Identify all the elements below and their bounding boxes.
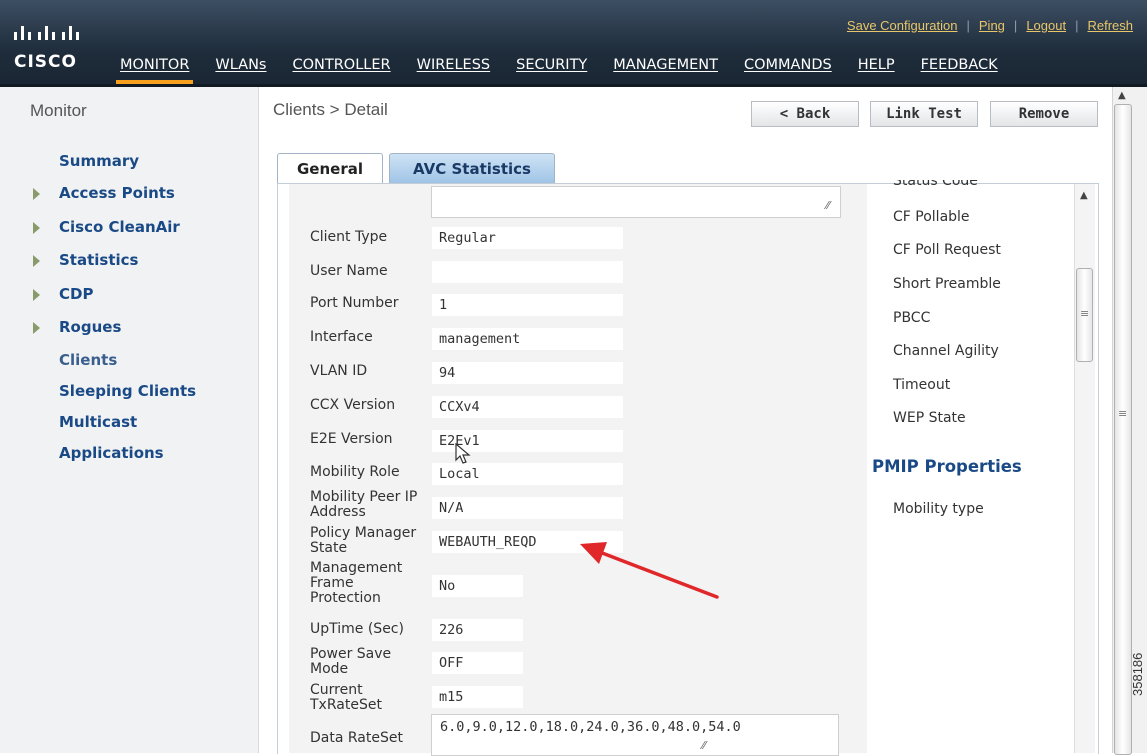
value-interface: management	[432, 328, 623, 350]
separator: |	[966, 18, 970, 33]
label-data-rateset: Data RateSet	[310, 730, 403, 746]
remove-button[interactable]: Remove	[990, 101, 1098, 127]
label-user-name: User Name	[310, 263, 388, 279]
sidebar-item-summary[interactable]: Summary	[59, 152, 139, 170]
ping-link[interactable]: Ping	[979, 18, 1005, 33]
label-cf-poll-request: CF Poll Request	[893, 242, 1001, 258]
save-configuration-link[interactable]: Save Configuration	[847, 18, 958, 33]
label-power-save-mode: Power Save Mode	[310, 646, 392, 677]
scrolled-textarea[interactable]	[431, 186, 841, 218]
refresh-link[interactable]: Refresh	[1087, 18, 1133, 33]
value-uptime: 226	[432, 619, 523, 641]
sidebar-item-rogues[interactable]: Rogues	[33, 318, 122, 336]
sidebar-item-sleeping-clients[interactable]: Sleeping Clients	[59, 382, 196, 400]
main-nav: MONITOR WLANs CONTROLLER WIRELESS SECURI…	[115, 50, 998, 84]
sidebar-item-label: CDP	[59, 285, 94, 303]
label-status-code: Status Code	[893, 180, 978, 189]
nav-commands[interactable]: COMMANDS	[744, 50, 832, 84]
nav-management[interactable]: MANAGEMENT	[613, 50, 718, 84]
label-vlan-id: VLAN ID	[310, 363, 368, 379]
sidebar-item-label: Cisco CleanAir	[59, 218, 180, 236]
sidebar-item-clients[interactable]: Clients	[59, 351, 117, 369]
nav-security[interactable]: SECURITY	[516, 50, 587, 84]
label-client-type: Client Type	[310, 229, 388, 245]
back-button[interactable]: < Back	[751, 101, 859, 127]
sidebar-item-access-points[interactable]: Access Points	[33, 184, 175, 202]
nav-help[interactable]: HELP	[858, 50, 895, 84]
expand-triangle-icon[interactable]	[33, 322, 40, 334]
sidebar-item-applications[interactable]: Applications	[59, 444, 164, 462]
label-ccx-version: CCX Version	[310, 397, 396, 413]
value-port-number: 1	[432, 294, 623, 316]
tab-general[interactable]: General	[277, 153, 383, 184]
breadcrumb: Clients > Detail	[273, 100, 388, 119]
pmip-properties-title: PMIP Properties	[872, 457, 1022, 476]
value-power-save-mode: OFF	[432, 652, 523, 674]
top-links: Save Configuration | Ping | Logout | Ref…	[847, 18, 1133, 33]
label-mobility-role: Mobility Role	[310, 464, 400, 480]
separator: |	[1013, 18, 1018, 33]
expand-triangle-icon[interactable]	[33, 188, 40, 200]
label-e2e-version: E2E Version	[310, 431, 393, 447]
label-pbcc: PBCC	[893, 310, 931, 326]
sidebar-item-statistics[interactable]: Statistics	[33, 251, 139, 269]
scroll-grip-icon: ≡	[1080, 307, 1090, 320]
sidebar-item-label: Statistics	[59, 251, 139, 269]
annotation-arrow-icon	[580, 542, 719, 599]
expand-triangle-icon[interactable]	[33, 222, 40, 234]
top-header: CISCO Save Configuration | Ping | Logout…	[0, 0, 1147, 84]
nav-wireless[interactable]: WIRELESS	[417, 50, 491, 84]
nav-wlans[interactable]: WLANs	[215, 50, 266, 84]
value-user-name	[432, 261, 623, 283]
tab-avc-statistics[interactable]: AVC Statistics	[389, 153, 555, 184]
value-vlan-id: 94	[432, 362, 623, 384]
sidebar-item-cisco-cleanair[interactable]: Cisco CleanAir	[33, 218, 180, 236]
label-cf-pollable: CF Pollable	[893, 209, 970, 225]
scroll-grip-icon: ≡	[1118, 407, 1128, 420]
label-wep-state: WEP State	[893, 410, 966, 426]
nav-feedback[interactable]: FEEDBACK	[921, 50, 998, 84]
value-mobility-role: Local	[432, 463, 623, 485]
scroll-up-arrow-icon[interactable]: ▲	[1080, 190, 1088, 201]
cisco-logo-icon	[14, 26, 79, 40]
value-mobility-peer-ip: N/A	[432, 497, 623, 519]
label-timeout: Timeout	[893, 377, 951, 393]
sidebar-title: Monitor	[30, 101, 87, 120]
value-current-txrateset: m15	[432, 686, 523, 708]
mouse-cursor-icon	[455, 443, 471, 464]
nav-monitor[interactable]: MONITOR	[115, 50, 194, 84]
sidebar-item-label: Rogues	[59, 318, 122, 336]
scroll-up-arrow-icon[interactable]: ▲	[1118, 90, 1126, 101]
label-uptime: UpTime (Sec)	[310, 621, 404, 637]
figure-number: 358186	[1130, 652, 1145, 696]
separator: |	[1075, 18, 1079, 33]
sidebar-item-label: Access Points	[59, 184, 175, 202]
logout-link[interactable]: Logout	[1026, 18, 1066, 33]
value-client-type: Regular	[432, 227, 623, 249]
expand-triangle-icon[interactable]	[33, 289, 40, 301]
cisco-logo-text: CISCO	[14, 52, 77, 72]
nav-controller[interactable]: CONTROLLER	[292, 50, 390, 84]
label-channel-agility: Channel Agility	[893, 343, 999, 359]
label-port-number: Port Number	[310, 295, 399, 311]
sidebar-item-cdp[interactable]: CDP	[33, 285, 94, 303]
label-management-frame-protection: Management Frame Protection	[310, 560, 403, 606]
label-interface: Interface	[310, 329, 373, 345]
label-current-txrateset: Current TxRateSet	[310, 682, 382, 713]
data-rateset-textarea[interactable]: 6.0,9.0,12.0,18.0,24.0,36.0,48.0,54.0	[431, 714, 839, 756]
expand-triangle-icon[interactable]	[33, 255, 40, 267]
value-management-frame-protection: No	[432, 575, 523, 597]
link-test-button[interactable]: Link Test	[870, 101, 978, 127]
sidebar-item-multicast[interactable]: Multicast	[59, 413, 137, 431]
resize-handle-icon[interactable]: ⁄⁄	[826, 199, 830, 212]
label-policy-manager-state: Policy Manager State	[310, 525, 417, 556]
label-short-preamble: Short Preamble	[893, 276, 1001, 292]
label-mobility-type: Mobility type	[893, 501, 984, 517]
label-mobility-peer-ip: Mobility Peer IP Address	[310, 489, 418, 520]
value-ccx-version: CCXv4	[432, 396, 623, 418]
resize-handle-icon[interactable]: ⁄⁄	[702, 739, 706, 752]
